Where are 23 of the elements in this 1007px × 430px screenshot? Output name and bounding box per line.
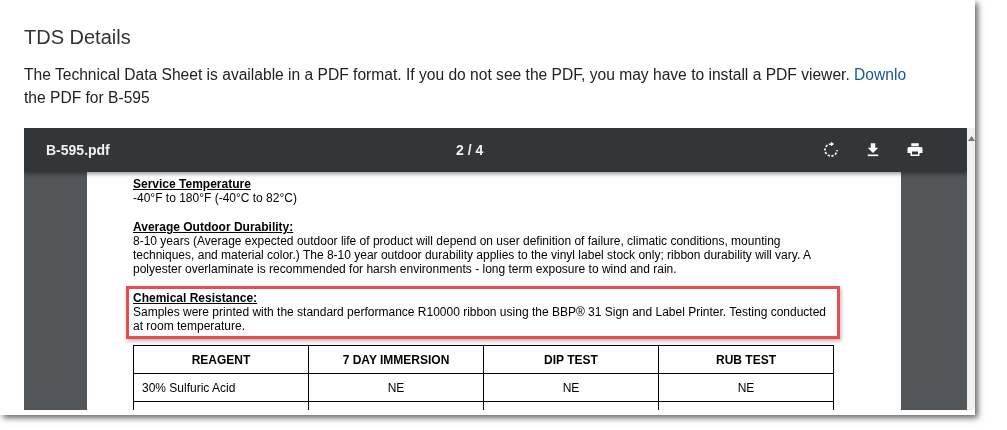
page-indicator: 2 / 4 <box>456 142 485 158</box>
scroll-up-icon[interactable] <box>967 136 975 141</box>
section-heading: TDS Details <box>24 26 131 49</box>
section-title: Average Outdoor Durability: <box>133 220 294 234</box>
print-icon <box>906 141 924 159</box>
download-link[interactable]: Downlo <box>854 66 907 83</box>
section-text: -40°F to 180°F (-40°C to 82°C) <box>133 191 298 205</box>
table-cell: NE <box>483 373 659 402</box>
section-text: 8-10 years (Average expected outdoor life of product will depend on user definition of failure, climatic conditions, mounting techniques, and material color.) The 8-10 year outdoor durability applies to the vinyl label stock only; ribbon durability will vary. A polyester overlaminate is recommended for harsh environments - long term exposure to wind and rain. <box>133 234 812 276</box>
table-cell: 30% Sulfuric Acid <box>133 373 309 402</box>
scrollbar[interactable] <box>967 128 975 410</box>
section-title: Chemical Resistance: <box>133 291 258 305</box>
column-header: 7 DAY IMMERSION <box>308 345 484 374</box>
file-name: B-595.pdf <box>46 142 110 158</box>
section-title: Service Temperature <box>133 177 251 191</box>
table-cell: NE <box>308 373 484 402</box>
rotate-icon <box>822 141 840 159</box>
column-header: REAGENT <box>133 345 309 374</box>
section-text: Samples were printed with the standard performance R10000 ribbon using the BBP® 31 Sign and Label Printer. Testing conducted at room temperature. <box>133 305 828 333</box>
column-header: DIP TEST <box>483 345 659 374</box>
intro-paragraph: The Technical Data Sheet is available in a PDF format. If you do not see the PDF, you may have to install a PDF viewer. Downlo the PDF for B-595 <box>24 65 907 108</box>
column-header: RUB TEST <box>658 345 834 374</box>
table-cell: NE <box>658 373 834 402</box>
